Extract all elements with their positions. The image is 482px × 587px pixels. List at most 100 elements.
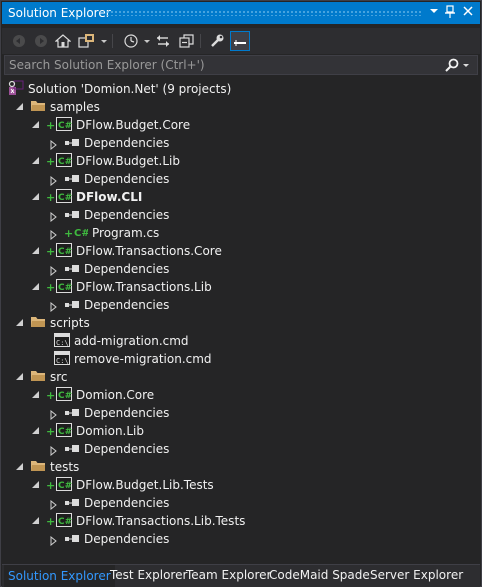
csharp-project-icon: C# bbox=[56, 152, 72, 170]
tree-node-dependencies[interactable]: Dependencies bbox=[2, 440, 482, 458]
dependencies-icon bbox=[64, 532, 80, 546]
toolbar bbox=[2, 28, 480, 54]
tree-node-dependencies[interactable]: Dependencies bbox=[2, 170, 482, 188]
tab-server-explorer[interactable]: Server Explorer bbox=[366, 565, 467, 587]
collapse-arrow-icon[interactable] bbox=[32, 192, 41, 202]
cmd-file-icon: C:\ bbox=[54, 332, 70, 350]
collapse-arrow-icon[interactable] bbox=[16, 318, 25, 328]
expand-arrow-icon[interactable] bbox=[50, 409, 59, 420]
tree-node-file[interactable]: C:\ add-migration.cmd bbox=[2, 332, 482, 350]
title-bar[interactable]: Solution Explorer bbox=[2, 2, 480, 24]
collapse-arrow-icon[interactable] bbox=[16, 372, 25, 382]
home-icon[interactable] bbox=[54, 32, 72, 50]
search-box[interactable] bbox=[4, 55, 478, 75]
collapse-arrow-icon[interactable] bbox=[16, 462, 25, 472]
close-icon[interactable] bbox=[460, 5, 476, 21]
switch-views-icon[interactable] bbox=[78, 32, 96, 50]
expand-arrow-icon[interactable] bbox=[50, 229, 59, 240]
collapse-arrow-icon[interactable] bbox=[32, 246, 41, 256]
tree-node-project[interactable]: + C# DFlow.Budget.Lib.Tests bbox=[2, 476, 482, 494]
tree-node-dependencies[interactable]: Dependencies bbox=[2, 206, 482, 224]
back-icon[interactable] bbox=[10, 32, 28, 50]
csharp-project-icon: C# bbox=[56, 188, 72, 206]
expand-arrow-icon[interactable] bbox=[50, 175, 59, 186]
csharp-project-icon: C# bbox=[56, 242, 72, 260]
collapse-arrow-icon[interactable] bbox=[32, 516, 41, 526]
pending-changes-dropdown-icon[interactable] bbox=[144, 40, 150, 43]
tree-node-label: add-migration.cmd bbox=[74, 334, 189, 348]
tree-node-project[interactable]: + C# Domion.Core bbox=[2, 386, 482, 404]
expand-arrow-icon[interactable] bbox=[50, 499, 59, 510]
preview-icon[interactable] bbox=[230, 31, 250, 51]
tree-node-project[interactable]: + C# DFlow.Transactions.Lib.Tests bbox=[2, 512, 482, 530]
tab-codemaid-spade[interactable]: CodeMaid Spade bbox=[265, 565, 374, 587]
collapse-arrow-icon[interactable] bbox=[32, 426, 41, 436]
window-menu-dropdown-icon[interactable] bbox=[426, 5, 442, 21]
tab-solution-explorer[interactable]: Solution Explorer bbox=[4, 565, 115, 587]
new-item-plus-icon: + bbox=[46, 514, 56, 528]
tree-node-folder[interactable]: scripts bbox=[2, 314, 482, 332]
tree-node-dependencies[interactable]: Dependencies bbox=[2, 260, 482, 278]
svg-text:C#: C# bbox=[58, 481, 72, 491]
search-icon[interactable] bbox=[445, 58, 459, 75]
switch-views-dropdown-icon[interactable] bbox=[101, 40, 107, 43]
tree-node-label: Dependencies bbox=[84, 136, 170, 150]
new-item-plus-icon: + bbox=[46, 280, 56, 294]
svg-text:C#: C# bbox=[58, 247, 72, 257]
tree-node-dependencies[interactable]: Dependencies bbox=[2, 134, 482, 152]
tree-node-dependencies[interactable]: Dependencies bbox=[2, 494, 482, 512]
dependencies-icon bbox=[64, 298, 80, 312]
pin-icon[interactable] bbox=[442, 5, 458, 21]
collapse-arrow-icon[interactable] bbox=[32, 282, 41, 292]
collapse-arrow-icon[interactable] bbox=[32, 156, 41, 166]
tree-node-project[interactable]: + C# Domion.Lib bbox=[2, 422, 482, 440]
svg-text:C#: C# bbox=[58, 121, 72, 131]
tree-node-startup-project[interactable]: + C# DFlow.CLI bbox=[2, 188, 482, 206]
tree-node-dependencies[interactable]: Dependencies bbox=[2, 530, 482, 548]
sync-icon[interactable] bbox=[154, 32, 172, 50]
tree-node-folder[interactable]: src bbox=[2, 368, 482, 386]
tree-node-project[interactable]: + C# DFlow.Budget.Core bbox=[2, 116, 482, 134]
forward-icon[interactable] bbox=[32, 32, 50, 50]
pending-changes-icon[interactable] bbox=[122, 32, 140, 50]
svg-text:C#: C# bbox=[58, 283, 72, 293]
expand-arrow-icon[interactable] bbox=[50, 445, 59, 456]
dependencies-icon bbox=[64, 496, 80, 510]
tree-node-label: Solution 'Domion.Net' (9 projects) bbox=[28, 82, 232, 96]
tree-node-folder[interactable]: tests bbox=[2, 458, 482, 476]
search-options-dropdown-icon[interactable] bbox=[463, 64, 469, 67]
tab-test-explorer[interactable]: Test Explorer bbox=[106, 565, 191, 587]
tree-node-project[interactable]: + C# DFlow.Transactions.Core bbox=[2, 242, 482, 260]
tree-node-project[interactable]: + C# DFlow.Budget.Lib bbox=[2, 152, 482, 170]
tree-node-file[interactable]: C:\ remove-migration.cmd bbox=[2, 350, 482, 368]
collapse-arrow-icon[interactable] bbox=[32, 480, 41, 490]
properties-icon[interactable] bbox=[208, 32, 226, 50]
tree-node-dependencies[interactable]: Dependencies bbox=[2, 296, 482, 314]
tree-node-folder[interactable]: samples bbox=[2, 98, 482, 116]
dependencies-icon bbox=[64, 136, 80, 150]
tree-node-label: DFlow.Transactions.Lib bbox=[76, 280, 212, 294]
expand-arrow-icon[interactable] bbox=[50, 535, 59, 546]
new-item-plus-icon: + bbox=[46, 478, 56, 492]
tree-node-solution[interactable]: Solution 'Domion.Net' (9 projects) bbox=[2, 80, 482, 98]
collapse-all-icon[interactable] bbox=[178, 32, 196, 50]
bottom-tab-strip: Solution Explorer Test Explorer Team Exp… bbox=[2, 564, 480, 587]
collapse-arrow-icon[interactable] bbox=[16, 102, 25, 112]
tab-team-explorer[interactable]: Team Explorer bbox=[182, 565, 276, 587]
tree-node-label: Dependencies bbox=[84, 262, 170, 276]
search-input[interactable] bbox=[9, 57, 439, 73]
solution-explorer-window: Solution Explorer Search Solution Explor… bbox=[0, 0, 482, 587]
expand-arrow-icon[interactable] bbox=[50, 211, 59, 222]
dependencies-icon bbox=[64, 262, 80, 276]
tree-node-dependencies[interactable]: Dependencies bbox=[2, 404, 482, 422]
expand-arrow-icon[interactable] bbox=[50, 265, 59, 276]
tree-node-project[interactable]: + C# DFlow.Transactions.Lib bbox=[2, 278, 482, 296]
expand-arrow-icon[interactable] bbox=[50, 301, 59, 312]
tree-node-label: Domion.Core bbox=[76, 388, 155, 402]
collapse-arrow-icon[interactable] bbox=[32, 120, 41, 130]
window-title: Solution Explorer bbox=[8, 6, 111, 20]
tree-node-file[interactable]: + C# Program.cs bbox=[2, 224, 482, 242]
expand-arrow-icon[interactable] bbox=[50, 139, 59, 150]
collapse-arrow-icon[interactable] bbox=[32, 390, 41, 400]
svg-text:C#: C# bbox=[74, 228, 88, 238]
